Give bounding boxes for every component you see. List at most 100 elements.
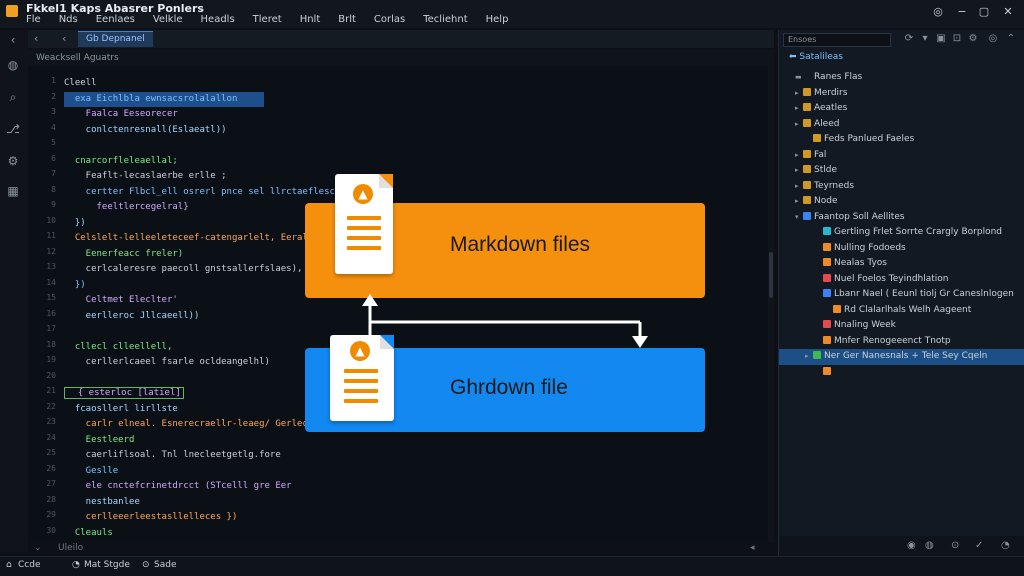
folder-icon[interactable]: ▣ [935,33,947,45]
title-bar: Fkkel1 Kaps Abasrer Ponlers Fle Nds Eenlae… [0,0,1024,28]
code-line[interactable]: Cleell [64,76,764,92]
account-icon[interactable]: ◎ [932,6,944,18]
tree-twisty-icon[interactable]: ▸ [795,86,803,102]
sidebar-header[interactable]: ⬅ Satalileas [789,52,843,62]
tree-item[interactable]: Rd Clalarlhals Welh Aageent [779,303,1024,319]
menu-item[interactable]: Headls [201,14,235,25]
tree-item[interactable] [779,365,1024,381]
new-file-icon[interactable]: ⊡ [951,33,963,45]
line-number: 17 [46,324,56,333]
file-icon [823,258,831,266]
status-item-1[interactable]: Mat Stgde [84,560,130,570]
breadcrumb[interactable]: Weacksell Aguatrs [28,50,774,66]
user-icon[interactable]: ◍ [925,540,934,551]
filter-icon[interactable]: ◎ [987,33,999,45]
tree-twisty-icon[interactable]: ▸ [795,163,803,179]
code-line[interactable]: Faalca Eeseorecer [64,107,764,123]
tree-item[interactable]: ▬ Ranes Flas [779,70,1024,86]
tree-item[interactable]: ▸ Node [779,194,1024,210]
menu-item[interactable]: Help [486,14,509,25]
code-line[interactable]: Cleauls [64,526,764,542]
menu-item[interactable]: Brlt [338,14,356,25]
tree-twisty-icon[interactable]: ▸ [795,179,803,195]
status-icon-2[interactable]: ◔ [72,560,80,570]
settings-icon[interactable]: ⚙ [967,33,979,45]
tree-item[interactable]: ▸ Merdirs [779,86,1024,102]
globe-icon[interactable]: ◉ [907,540,916,551]
menu-item[interactable]: Fle [26,14,41,25]
tree-item[interactable]: Lbanr Nael ( Eeunl tiolj Gr Caneslnlogen [779,287,1024,303]
tree-item[interactable]: Nuel Foelos Teyindhlation [779,272,1024,288]
up-arrow-head [362,294,378,306]
code-line[interactable]: cerlleeerleestasllelleces }) [64,510,764,526]
menu-item[interactable]: Tleret [253,14,282,25]
tree-twisty-icon[interactable]: ▬ [795,70,803,86]
scrollbar-thumb[interactable] [769,252,773,298]
tree-item[interactable]: Nnaling Week [779,318,1024,334]
close-icon[interactable]: ✕ [1002,6,1014,18]
status-code-icon[interactable]: ⌂ [6,560,12,570]
menu-item[interactable]: Nds [59,14,78,25]
info-icon[interactable]: ⊙ [951,540,959,551]
tree-twisty-icon[interactable]: ▸ [795,101,803,117]
tree-twisty-icon[interactable]: ▾ [795,210,803,226]
menu-item[interactable]: Velkle [153,14,183,25]
refresh-icon[interactable]: ⟳ [903,33,915,45]
tree-item[interactable]: ▸ Teyrneds [779,179,1024,195]
tree-item[interactable]: Mnfer Renogeeenct Tnotp [779,334,1024,350]
tree-item[interactable]: ▾ Faantop Soll Aellites [779,210,1024,226]
code-line[interactable]: cnarcorfleleaellal; [64,154,764,170]
explorer-icon[interactable]: ◍ [6,58,20,72]
tree-twisty-icon[interactable]: ▸ [795,117,803,133]
code-line[interactable]: Geslle [64,464,764,480]
code-text: Faalca Eeseorecer [64,109,178,119]
expand-icon[interactable]: ▾ [919,33,931,45]
code-line[interactable]: caerliflsoal. Tnl lnecleetgetlg.fore [64,448,764,464]
folder-icon [803,87,811,96]
tree-twisty-icon[interactable]: ▸ [795,194,803,210]
search-icon[interactable]: ⌕ [6,90,20,104]
more-icon[interactable]: ⌃ [1005,33,1017,45]
editor-scrollbar[interactable] [768,66,774,542]
status-item-0[interactable]: Ccde [18,560,40,570]
folder-icon [803,196,811,204]
menu-item[interactable]: Hnlt [300,14,321,25]
menu-item[interactable]: Eenlaes [96,14,135,25]
footer-resize-icon[interactable]: ◂ [750,543,755,553]
menu-item[interactable]: Corlas [374,14,405,25]
status-item-2[interactable]: Sade [154,560,176,570]
code-line[interactable]: exa Eichlbla ewnsacsrolalallon [64,91,264,107]
tree-item[interactable]: ▸ Aeatles [779,101,1024,117]
tree-item[interactable]: ▸ Stlde [779,163,1024,179]
bell-icon[interactable]: ◔ [1001,540,1010,551]
editor-tab[interactable]: Gb Depnanel [78,31,153,47]
sidebar-search-input[interactable]: Ensoes [783,33,891,47]
check-icon[interactable]: ✓ [975,540,983,551]
tree-twisty-icon[interactable]: ▸ [795,148,803,164]
collapse-arrow-icon[interactable]: ⬅ [789,52,797,62]
nav-back-icon[interactable]: ‹ [6,33,20,47]
tree-item[interactable]: ▸ Aleed [779,117,1024,133]
code-line[interactable]: conlctenresnall(Eslaeatl)) [64,123,764,139]
footer-chevron-icon[interactable]: ⌄ [34,543,42,553]
maximize-icon[interactable]: ▢ [978,6,990,18]
tree-item[interactable]: ▸ Fal [779,148,1024,164]
code-line[interactable]: ele cnctefcrinetdrcct (STcelll gre Eer [64,479,764,495]
code-line[interactable]: nestbanlee [64,495,764,511]
tree-item[interactable]: Nealas Tyos [779,256,1024,272]
extensions-icon[interactable]: ▦ [6,184,20,198]
source-control-icon[interactable]: ⎇ [6,122,20,136]
minimize-icon[interactable]: − [956,6,968,18]
tree-twisty-icon[interactable]: ▸ [805,349,813,365]
tree-item[interactable]: Feds Panlued Faeles [779,132,1024,148]
code-line[interactable] [64,138,764,154]
code-text: carlr elneal. Esnerecraellr-leaeg/ Gerle… [64,419,341,429]
debug-icon[interactable]: ⚙ [6,154,20,168]
tree-item[interactable]: Gertling Frlet Sorrte Crargly Borplond [779,225,1024,241]
menu-item[interactable]: Tecliehnt [423,14,467,25]
tab-back-icon[interactable]: ‹ [34,32,38,45]
tree-item[interactable]: ▸ Ner Ger Nanesnals + Tele Sey Cqeln [779,349,1024,365]
tree-item[interactable]: Nulling Fodoeds [779,241,1024,257]
status-icon-3[interactable]: ⊙ [142,560,150,570]
tab-forward-icon[interactable]: ‹ [62,32,66,45]
